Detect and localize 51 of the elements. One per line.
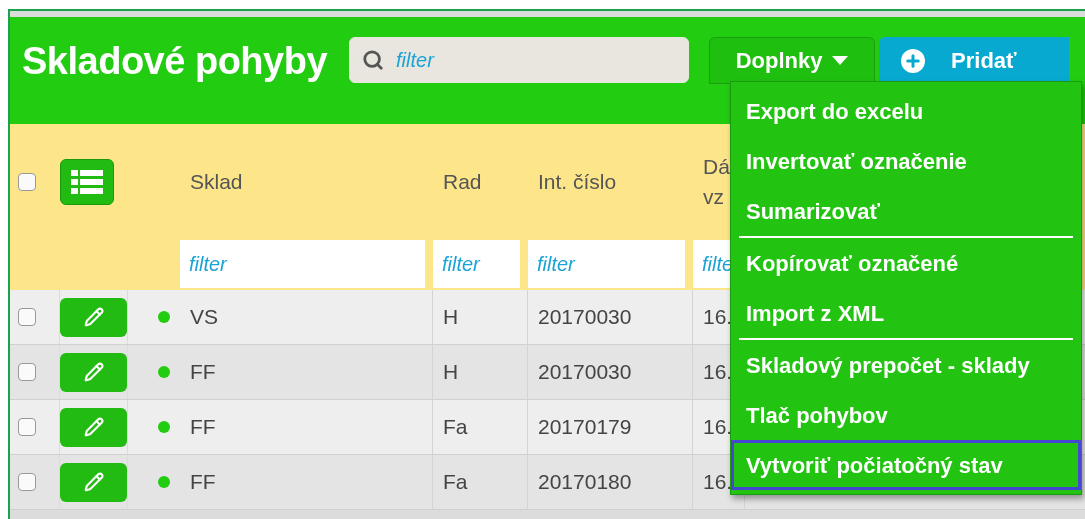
table-cell-text: VS [190,304,218,331]
menu-item[interactable]: Import z XML [731,288,1081,338]
menu-item[interactable]: Export do excelu [731,86,1081,136]
menu-item[interactable]: Skladový prepočet - sklady [731,340,1081,390]
column-header[interactable]: Sklad [190,167,243,197]
table-cell-text: Fa [443,414,468,441]
table-cell-text: 16. [703,359,733,386]
checkbox[interactable] [18,418,36,436]
edit-button[interactable] [60,297,127,337]
checkbox[interactable] [18,308,36,326]
checkbox[interactable] [18,473,36,491]
table-cell-text: FF [190,414,216,441]
column-chooser-button[interactable] [60,159,114,205]
table-cell-text: FF [190,469,216,496]
pencil-icon [83,307,104,327]
pencil-icon [83,472,104,492]
table-cell-text: 16. [703,469,733,496]
add-button[interactable]: Pridať [879,37,1070,84]
column-header[interactable]: Int. číslo [538,167,617,197]
caret-icon [832,56,849,65]
extras-dropdown-button[interactable]: Doplnky [709,37,876,84]
table-cell-text: 16. [703,304,733,331]
table-cell-text: 20170030 [538,359,632,386]
edit-button[interactable] [60,352,127,392]
column-filter-field[interactable]: filter [433,240,520,288]
table-cell-text: 20170179 [538,414,632,441]
pencil-icon [83,417,104,437]
checkbox[interactable] [18,363,36,381]
page-title: Skladové pohyby [22,39,328,84]
edit-button[interactable] [60,462,127,502]
table-cell-text: 16. [703,414,733,441]
search-icon [362,49,385,71]
column-filter-field[interactable]: filter [180,240,425,288]
list-icon [71,170,103,194]
table-cell-text: Fa [443,469,468,496]
edit-button[interactable] [60,407,127,447]
column-header[interactable]: Dá vz [703,152,733,212]
table-cell-text: 20170180 [538,469,632,496]
table-cell-text: FF [190,359,216,386]
search-field[interactable]: filter [349,37,690,83]
menu-item[interactable]: Vytvoriť počiatočný stav [731,440,1081,490]
menu-item[interactable]: Sumarizovať [731,186,1081,236]
table-cell-text: H [443,359,459,386]
table-cell-text: 20170030 [538,304,632,331]
pencil-icon [83,362,104,382]
column-filter-field[interactable]: filter [528,240,685,288]
menu-item[interactable]: Invertovať označenie [731,136,1081,186]
column-header[interactable]: Rad [443,167,482,197]
menu-item[interactable]: Tlač pohybov [731,390,1081,440]
checkbox[interactable] [18,173,36,191]
table-cell-text: H [443,304,459,331]
